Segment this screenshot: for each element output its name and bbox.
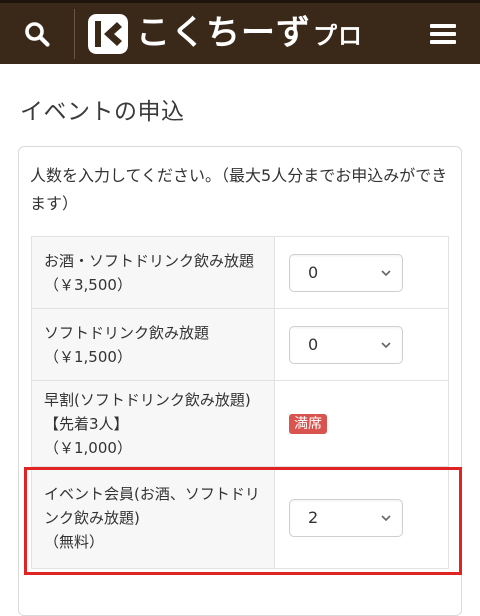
quantity-select-value: 0 [308, 334, 319, 354]
ticket-price: （無料） [44, 532, 105, 551]
quantity-select-value: 2 [308, 507, 319, 527]
menu-button[interactable] [406, 3, 480, 64]
ticket-name: イベント会員(お酒、ソフトドリンク飲み放題) [44, 484, 260, 527]
ticket-quantity-cell: 0 [274, 308, 449, 381]
ticket-row: ソフトドリンク飲み放題 （￥1,500） 0 [31, 308, 449, 381]
hamburger-menu-icon [430, 23, 456, 44]
ticket-name-cell: お酒・ソフトドリンク飲み放題 （￥3,500） [31, 236, 275, 309]
ticket-price: （￥3,500） [44, 275, 132, 294]
sold-out-badge: 満席 [289, 414, 327, 434]
app-header: こくちーずプロ [0, 0, 480, 64]
ticket-row: イベント会員(お酒、ソフトドリンク飲み放題) （無料） 2 [31, 466, 449, 569]
header-divider [74, 9, 75, 59]
ticket-quantity-cell: 0 [274, 236, 449, 309]
kokuchpro-logo-icon [88, 14, 128, 54]
quantity-select-soft-drink[interactable]: 0 [289, 325, 403, 364]
ticket-row: 早割(ソフトドリンク飲み放題) 【先着3人】 （￥1,000） 満席 [31, 380, 449, 467]
page-title: イベントの申込 [20, 99, 185, 125]
ticket-name-cell: ソフトドリンク飲み放題 （￥1,500） [31, 308, 275, 381]
quantity-select-value: 0 [308, 262, 319, 282]
instruction-text: 人数を入力してください。（最大5人分までお申込みができます） [30, 166, 448, 213]
ticket-note: 【先着3人】 [44, 414, 129, 433]
ticket-price: （￥1,000） [44, 438, 132, 457]
chevron-down-icon [381, 269, 391, 276]
search-icon [25, 21, 50, 47]
ticket-name: お酒・ソフトドリンク飲み放題 [44, 251, 255, 270]
logo-main: こくちーず [136, 12, 311, 53]
quantity-select-event-member[interactable]: 2 [289, 498, 403, 537]
ticket-name-cell: 早割(ソフトドリンク飲み放題) 【先着3人】 （￥1,000） [31, 380, 275, 467]
logo-text: こくちーずプロ [136, 11, 363, 58]
ticket-name: ソフトドリンク飲み放題 [44, 323, 210, 342]
search-button[interactable] [0, 3, 74, 64]
quantity-select-sake-soft-drink[interactable]: 0 [289, 253, 403, 292]
site-logo[interactable]: こくちーずプロ [88, 12, 363, 56]
ticket-status-cell: 満席 [274, 380, 449, 467]
logo-sub: プロ [313, 21, 363, 50]
ticket-table: お酒・ソフトドリンク飲み放題 （￥3,500） 0 ソフトドリンク飲み放題 （￥… [31, 236, 449, 569]
chevron-down-icon [381, 514, 391, 521]
ticket-name-cell: イベント会員(お酒、ソフトドリンク飲み放題) （無料） [31, 466, 275, 569]
ticket-name: 早割(ソフトドリンク飲み放題) [44, 390, 251, 409]
ticket-row: お酒・ソフトドリンク飲み放題 （￥3,500） 0 [31, 236, 449, 309]
chevron-down-icon [381, 341, 391, 348]
ticket-quantity-cell: 2 [274, 466, 449, 569]
ticket-price: （￥1,500） [44, 347, 132, 366]
